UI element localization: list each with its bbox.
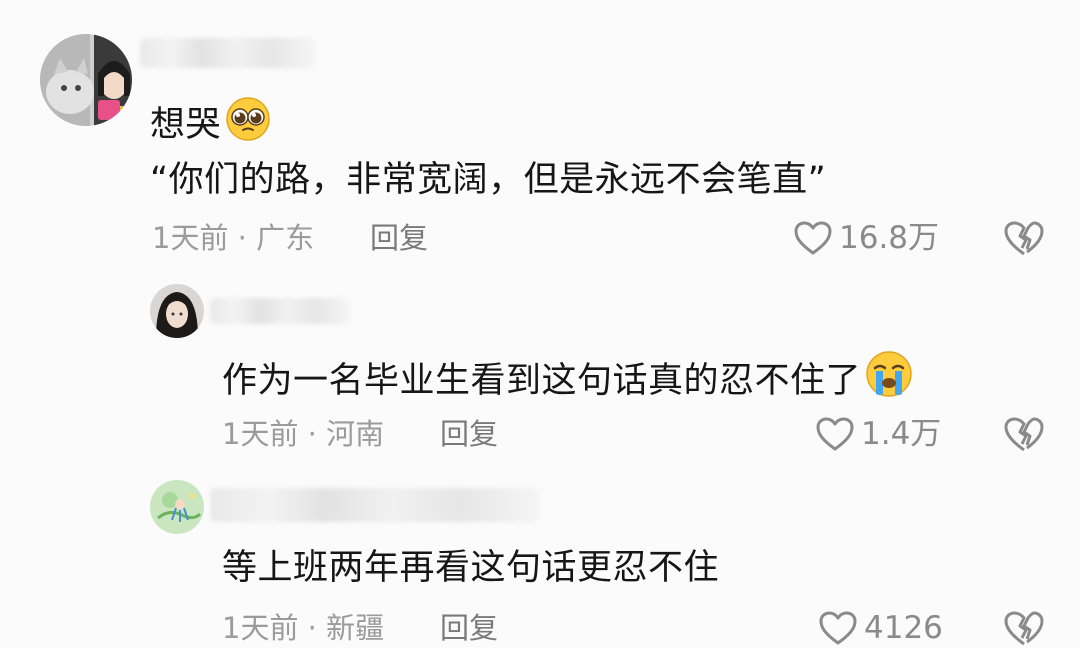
comment-text: 作为一名毕业生看到这句话真的忍不住了 [222,350,913,409]
like-button[interactable]: 1.4万 [815,416,941,452]
heart-outline-icon [794,221,832,255]
username-blurred[interactable] [210,298,350,324]
like-count: 4126 [864,610,943,646]
comment-text-line: 想哭 [150,105,222,145]
reply-comment: 等上班两年再看这句话更忍不住 1天前 · 新疆 回复 4126 [0,466,1080,648]
comment-text-line: “你们的路，非常宽阔，但是永远不会笔直” [150,160,827,200]
like-button[interactable]: 16.8万 [793,220,939,256]
like-count: 1.4万 [861,416,942,452]
avatar-image [150,480,204,534]
comment-meta: 1天前 · 广东 [152,221,315,255]
dislike-button[interactable] [1003,219,1045,257]
comment: 想哭 “你们的路，非常宽阔，但是永远不会笔直” 1天前 · 广东 回复 16.8… [0,0,1080,270]
avatar[interactable] [150,284,204,338]
heart-outline-icon [816,417,854,451]
reply-button[interactable]: 回复 [440,416,498,452]
reply-button[interactable]: 回复 [370,220,428,256]
avatar[interactable] [150,480,204,534]
dislike-button[interactable] [1003,415,1045,453]
pleading-face-emoji [225,96,271,153]
avatar[interactable] [40,34,132,126]
username-blurred[interactable] [210,488,540,522]
reply-button[interactable]: 回复 [440,610,498,646]
broken-heart-outline-icon [1004,611,1044,646]
like-button[interactable]: 4126 [818,610,943,646]
comment-meta: 1天前 · 新疆 [222,611,385,645]
crying-face-emoji [865,350,913,409]
heart-outline-icon [819,611,857,645]
reply-comment: 作为一名毕业生看到这句话真的忍不住了 1天前 · 河南 回复 1.4万 [0,270,1080,466]
like-count: 16.8万 [839,220,940,256]
dislike-button[interactable] [1003,609,1045,647]
comment-text: 想哭 [150,96,271,153]
comment-text-line: 作为一名毕业生看到这句话真的忍不住了 [222,361,862,401]
username-blurred[interactable] [140,38,315,68]
broken-heart-outline-icon [1004,417,1044,452]
comment-meta: 1天前 · 河南 [222,417,385,451]
avatar-image [150,284,204,338]
comment-text: 等上班两年再看这句话更忍不住 [222,548,720,588]
avatar-image [40,34,132,126]
broken-heart-outline-icon [1004,221,1044,256]
